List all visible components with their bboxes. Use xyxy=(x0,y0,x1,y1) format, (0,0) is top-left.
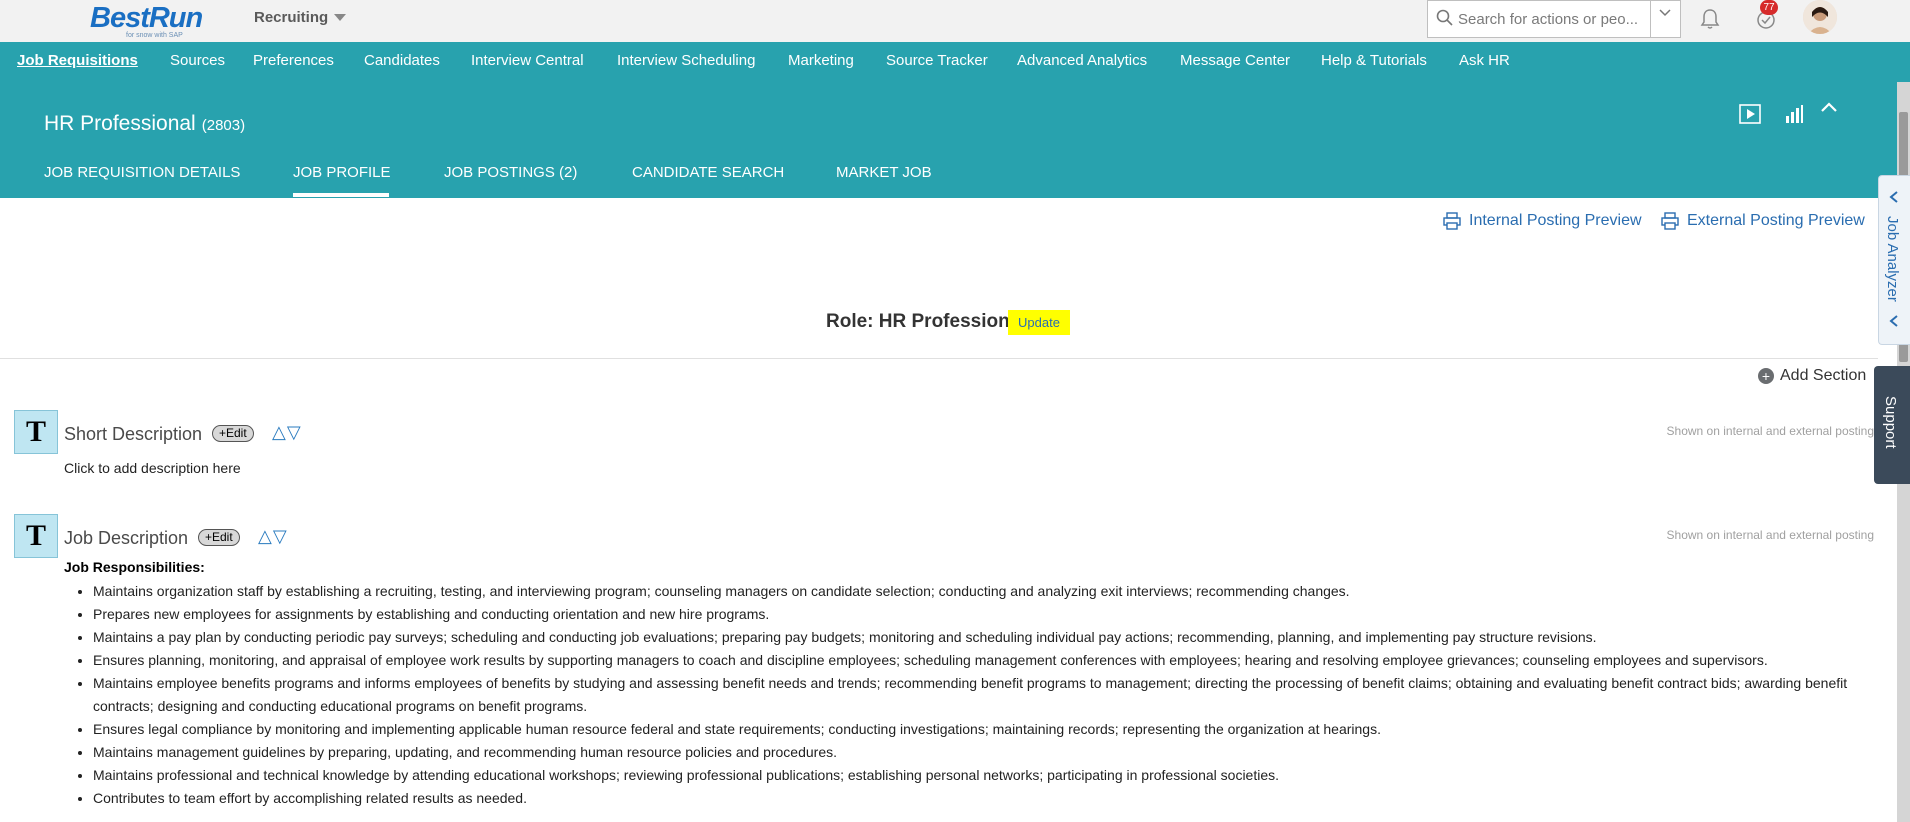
list-item: Ensures legal compliance by monitoring a… xyxy=(93,718,1873,741)
list-item: Maintains professional and technical kno… xyxy=(93,764,1873,787)
object-header: HR Professional (2803) JOB REQUISITION DE… xyxy=(0,82,1910,198)
printer-icon xyxy=(1443,212,1461,230)
move-up-icon[interactable]: △ xyxy=(258,526,273,546)
role-heading: Role: HR Professional xyxy=(826,311,1026,332)
nav-interview-scheduling[interactable]: Interview Scheduling xyxy=(617,52,755,69)
move-down-icon[interactable]: ▽ xyxy=(287,422,302,442)
nav-sources[interactable]: Sources xyxy=(170,52,225,69)
search-dropdown-button[interactable] xyxy=(1650,1,1680,37)
support-label: Support xyxy=(1882,396,1899,449)
internal-posting-preview-label: Internal Posting Preview xyxy=(1469,212,1642,229)
reorder-controls: △▽ xyxy=(272,422,302,443)
list-item: Maintains a pay plan by conducting perio… xyxy=(93,626,1873,649)
notification-badge: 77 xyxy=(1760,0,1778,15)
divider xyxy=(0,358,1878,359)
nav-ask-hr[interactable]: Ask HR xyxy=(1459,52,1510,69)
add-section-label: Add Section xyxy=(1780,367,1867,384)
tab-market-job[interactable]: MARKET JOB xyxy=(836,164,932,181)
description-placeholder[interactable]: Click to add description here xyxy=(64,460,241,476)
list-item: Prepares new employees for assignments b… xyxy=(93,603,1873,626)
nav-advanced-analytics[interactable]: Advanced Analytics xyxy=(1017,52,1147,69)
tab-job-requisition-details[interactable]: JOB REQUISITION DETAILS xyxy=(44,164,240,181)
list-item: Maintains organization staff by establis… xyxy=(93,580,1873,603)
module-switcher[interactable]: Recruiting xyxy=(254,9,347,26)
play-icon xyxy=(1739,104,1761,124)
section-title: Job Description xyxy=(64,528,189,548)
external-posting-preview-link[interactable]: External Posting Preview xyxy=(1661,212,1865,230)
list-item: Contributes to team effort by accomplish… xyxy=(93,787,1873,810)
nav-preferences[interactable]: Preferences xyxy=(253,52,334,69)
chevron-left-icon xyxy=(1889,315,1898,327)
notifications-button[interactable] xyxy=(1700,8,1720,35)
job-analyzer-label: Job Analyzer xyxy=(1884,216,1901,302)
section-title: Short Description xyxy=(64,424,203,444)
module-label: Recruiting xyxy=(254,9,329,26)
text-type-icon: T xyxy=(14,410,58,454)
responsibilities-list: Maintains organization staff by establis… xyxy=(93,580,1873,810)
chevron-down-icon xyxy=(1659,9,1671,17)
responsibilities-heading: Job Responsibilities: xyxy=(64,559,205,575)
analytics-button[interactable] xyxy=(1784,104,1804,129)
shell-bar: BestRun for snow with SAP Recruiting 77 xyxy=(0,0,1910,42)
user-avatar[interactable] xyxy=(1803,0,1837,34)
internal-posting-preview-link[interactable]: Internal Posting Preview xyxy=(1443,212,1642,230)
edit-button[interactable]: +Edit xyxy=(198,529,240,546)
short-description-section: T Short Description +Edit △▽ Shown on in… xyxy=(14,410,1874,480)
requisition-id: (2803) xyxy=(201,117,246,134)
printer-icon xyxy=(1661,212,1679,230)
job-description-section: T Job Description +Edit △▽ Shown on inte… xyxy=(14,514,1874,558)
collapse-header-button[interactable] xyxy=(1820,100,1838,118)
nav-interview-central[interactable]: Interview Central xyxy=(471,52,584,69)
play-button[interactable] xyxy=(1739,104,1761,129)
chevron-up-icon xyxy=(1821,102,1837,112)
tab-job-profile[interactable]: JOB PROFILE xyxy=(293,164,391,181)
nav-marketing[interactable]: Marketing xyxy=(788,52,854,69)
visibility-note: Shown on internal and external posting xyxy=(1666,424,1874,438)
job-analyzer-panel[interactable]: Job Analyzer xyxy=(1878,175,1910,345)
edit-button[interactable]: +Edit xyxy=(212,425,254,442)
global-search xyxy=(1427,0,1681,38)
chevron-left-icon xyxy=(1889,191,1898,203)
text-type-icon: T xyxy=(14,514,58,558)
main-navigation: Job Requisitions Sources Preferences Can… xyxy=(0,42,1910,82)
page-title: HR Professional (2803) xyxy=(44,112,245,136)
search-icon xyxy=(1436,9,1453,26)
nav-message-center[interactable]: Message Center xyxy=(1180,52,1290,69)
bell-icon xyxy=(1700,9,1720,29)
move-up-icon[interactable]: △ xyxy=(272,422,287,442)
requisition-title: HR Professional xyxy=(44,112,196,135)
tab-candidate-search[interactable]: CANDIDATE SEARCH xyxy=(632,164,784,181)
update-role-button[interactable]: Update xyxy=(1008,310,1070,335)
caret-down-icon xyxy=(334,14,347,21)
company-logo[interactable]: BestRun for snow with SAP xyxy=(90,2,203,40)
list-item: Maintains management guidelines by prepa… xyxy=(93,741,1873,764)
bar-chart-icon xyxy=(1786,105,1803,123)
logo-subtext: for snow with SAP xyxy=(126,32,183,39)
list-item: Ensures planning, monitoring, and apprai… xyxy=(93,649,1873,672)
nav-source-tracker[interactable]: Source Tracker xyxy=(886,52,988,69)
tab-job-postings[interactable]: JOB POSTINGS (2) xyxy=(444,164,577,181)
nav-candidates[interactable]: Candidates xyxy=(364,52,440,69)
nav-job-requisitions[interactable]: Job Requisitions xyxy=(17,52,138,69)
nav-help-tutorials[interactable]: Help & Tutorials xyxy=(1321,52,1427,69)
reorder-controls: △▽ xyxy=(258,526,288,547)
search-input[interactable] xyxy=(1458,5,1648,33)
plus-circle-icon: + xyxy=(1758,368,1774,384)
add-section-button[interactable]: + Add Section xyxy=(1758,367,1866,385)
support-button[interactable]: Support xyxy=(1874,366,1910,484)
user-photo-icon xyxy=(1803,0,1837,34)
list-item: Maintains employee benefits programs and… xyxy=(93,672,1873,718)
logo-text: BestRun xyxy=(90,2,203,34)
active-tab-indicator xyxy=(293,193,389,197)
move-down-icon[interactable]: ▽ xyxy=(273,526,288,546)
external-posting-preview-label: External Posting Preview xyxy=(1687,212,1865,229)
visibility-note: Shown on internal and external posting xyxy=(1666,528,1874,542)
